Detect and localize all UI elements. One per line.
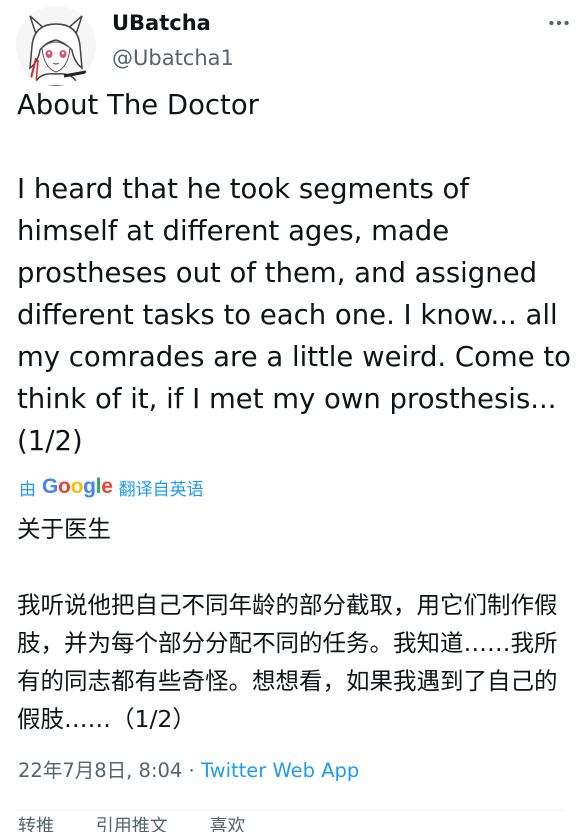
tweet-source-link[interactable]: Twitter Web App — [201, 759, 359, 782]
translation-attribution[interactable]: 由 Google 翻译自英语 — [19, 473, 204, 501]
author-handle[interactable]: @Ubatcha1 — [112, 45, 234, 71]
google-logo: Google — [42, 475, 113, 498]
likes-label[interactable]: 喜欢 — [209, 816, 245, 832]
quotes-label[interactable]: 引用推文 — [96, 816, 168, 832]
more-options-icon[interactable] — [546, 10, 572, 36]
engagement-stats: 转推 引用推文 喜欢 — [18, 812, 281, 832]
tweet-metadata: 22年7月8日, 8:04 · Twitter Web App — [18, 759, 360, 782]
meta-separator: · — [188, 759, 195, 782]
avatar[interactable] — [16, 6, 96, 86]
tweet-header: UBatcha @Ubatcha1 — [0, 0, 580, 86]
author-display-name[interactable]: UBatcha — [112, 10, 211, 36]
translation-prefix: 由 — [19, 479, 36, 500]
tweet-date[interactable]: 22年7月8日 — [18, 759, 126, 782]
avatar-illustration-icon — [16, 6, 96, 86]
tweet-time[interactable]: 8:04 — [139, 759, 183, 782]
divider — [16, 810, 564, 811]
translation-suffix: 翻译自英语 — [118, 479, 204, 500]
retweets-label[interactable]: 转推 — [18, 816, 54, 832]
translated-text: 关于医生 我听说他把自己不同年龄的部分截取，用它们制作假肢，并为每个部分分配不同… — [17, 515, 558, 733]
tweet-text: About The Doctor I heard that he took se… — [17, 89, 571, 457]
